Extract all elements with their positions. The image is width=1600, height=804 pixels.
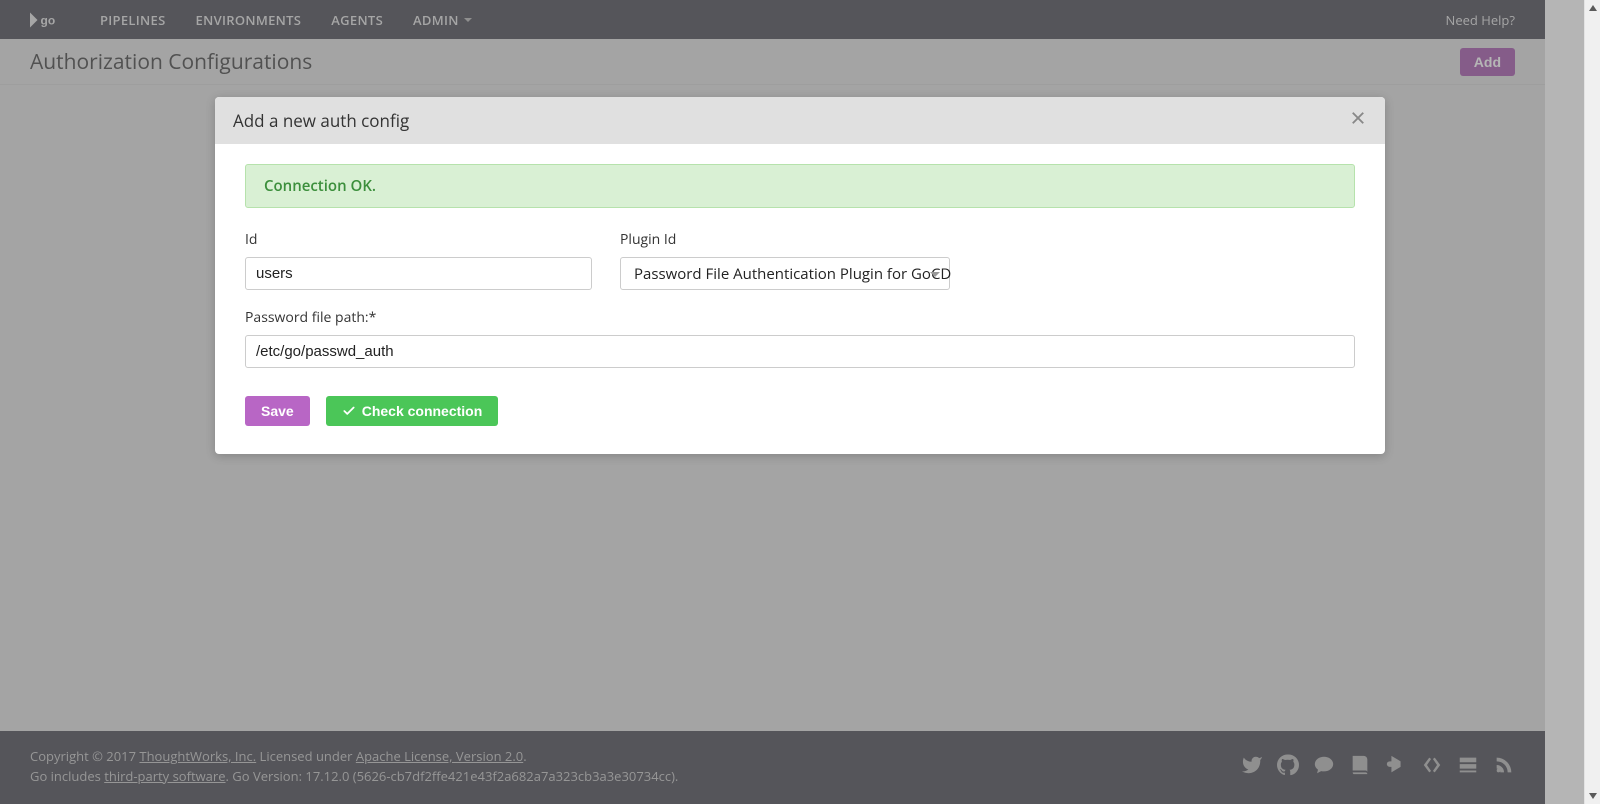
id-label: Id [245,230,592,249]
connection-status-alert: Connection OK. [245,164,1355,208]
chevron-down-icon [930,272,940,277]
id-input[interactable] [245,257,592,290]
check-icon [342,404,356,418]
check-connection-button[interactable]: Check connection [326,396,499,426]
scroll-track[interactable] [1585,16,1600,788]
modal-header: Add a new auth config [215,97,1385,144]
scroll-down-icon[interactable] [1585,788,1600,804]
browser-scrollbar[interactable] [1584,0,1600,804]
password-path-label: Password file path:* [245,308,1355,327]
plugin-id-label: Plugin Id [620,230,950,249]
password-path-input[interactable] [245,335,1355,368]
plugin-id-selected: Password File Authentication Plugin for … [620,257,950,290]
auth-config-modal: Add a new auth config Connection OK. Id … [215,97,1385,454]
modal-title: Add a new auth config [233,109,409,132]
close-icon[interactable] [1349,109,1367,132]
plugin-id-select[interactable]: Password File Authentication Plugin for … [620,257,950,290]
check-connection-label: Check connection [362,403,483,419]
scroll-up-icon[interactable] [1585,0,1600,16]
save-button[interactable]: Save [245,396,310,426]
